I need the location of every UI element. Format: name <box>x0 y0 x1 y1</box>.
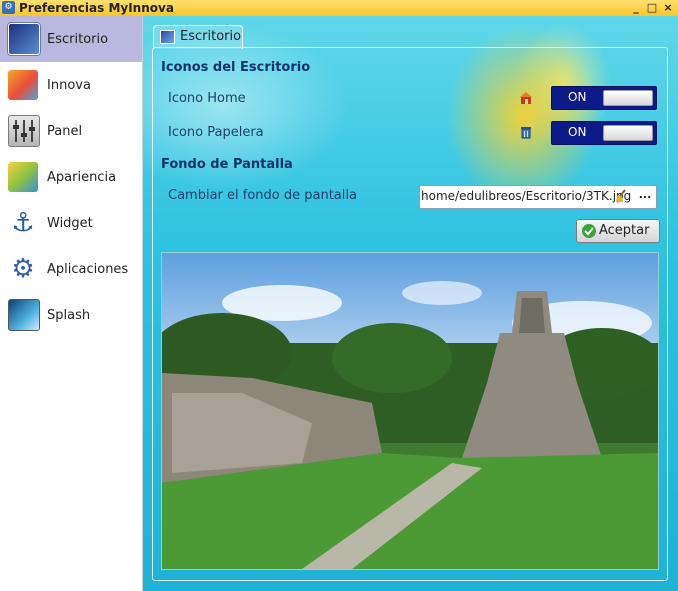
anchor-icon: ⚓ <box>8 208 38 238</box>
sidebar-item-apariencia[interactable]: Apariencia <box>0 154 142 200</box>
sliders-icon <box>8 115 40 147</box>
sidebar-item-widget[interactable]: ⚓ Widget <box>0 200 142 246</box>
minimize-button[interactable]: _ <box>628 0 644 16</box>
browse-button[interactable]: ... <box>637 189 653 203</box>
wallpaper-path-field[interactable]: home/edulibreos/Escritorio/3TK.jpg ... <box>419 185 657 209</box>
window-title: Preferencias MyInnova <box>19 1 174 15</box>
sidebar-item-escritorio[interactable]: Escritorio <box>0 16 142 62</box>
maximize-button[interactable]: □ <box>644 0 660 16</box>
sidebar-item-label: Innova <box>47 77 91 93</box>
tab-content: Iconos del Escritorio Icono Home ON Icon… <box>152 47 668 581</box>
wallpaper-path: home/edulibreos/Escritorio/3TK.jpg <box>421 189 632 203</box>
section-title-wallpaper: Fondo de Pantalla <box>161 157 293 172</box>
change-wallpaper-label: Cambiar el fondo de pantalla <box>168 188 357 203</box>
toggle-state: ON <box>568 90 587 104</box>
app-icon[interactable]: ⚙ <box>2 1 15 14</box>
sidebar-item-label: Panel <box>47 123 83 139</box>
sidebar-item-label: Splash <box>47 307 91 323</box>
sidebar-item-innova[interactable]: Innova <box>0 62 142 108</box>
window-controls: _ □ × <box>628 0 676 16</box>
toggle-knob[interactable] <box>603 125 653 141</box>
home-icon-toggle[interactable]: ON <box>551 86 657 110</box>
gear-icon: ⚙ <box>8 254 38 284</box>
sidebar-item-label: Widget <box>47 215 93 231</box>
close-button[interactable]: × <box>660 0 676 16</box>
sidebar-item-aplicaciones[interactable]: ⚙ Aplicaciones <box>0 246 142 292</box>
trash-icon-toggle[interactable]: ON <box>551 121 657 145</box>
home-icon <box>519 91 533 105</box>
desktop-icon <box>160 30 175 44</box>
sidebar-item-label: Apariencia <box>47 169 117 185</box>
accept-button-label: Aceptar <box>599 223 650 238</box>
home-icon-label: Icono Home <box>168 91 246 106</box>
accept-button[interactable]: Aceptar <box>576 219 660 243</box>
splash-icon <box>8 299 40 331</box>
section-title-desktop-icons: Iconos del Escritorio <box>161 60 311 75</box>
toggle-knob[interactable] <box>603 90 653 106</box>
desktop-icon <box>8 23 40 55</box>
wallpaper-preview <box>161 252 659 570</box>
sidebar-item-label: Escritorio <box>47 31 109 47</box>
sidebar-item-label: Aplicaciones <box>47 261 129 277</box>
tab-escritorio[interactable]: Escritorio <box>153 25 243 49</box>
toggle-state: ON <box>568 125 587 139</box>
broom-icon[interactable] <box>614 189 628 203</box>
check-icon <box>581 223 597 239</box>
appearance-icon <box>8 162 38 192</box>
sidebar: Escritorio Innova Panel Apariencia ⚓ Wid… <box>0 16 143 591</box>
sidebar-item-splash[interactable]: Splash <box>0 292 142 338</box>
main-panel: Escritorio Iconos del Escritorio Icono H… <box>143 16 678 591</box>
trash-icon <box>519 125 533 139</box>
trash-icon-label: Icono Papelera <box>168 125 264 140</box>
tab-label: Escritorio <box>180 29 242 44</box>
title-bar: ⚙ Preferencias MyInnova _ □ × <box>0 0 678 17</box>
innova-icon <box>8 70 38 100</box>
sidebar-item-panel[interactable]: Panel <box>0 108 142 154</box>
